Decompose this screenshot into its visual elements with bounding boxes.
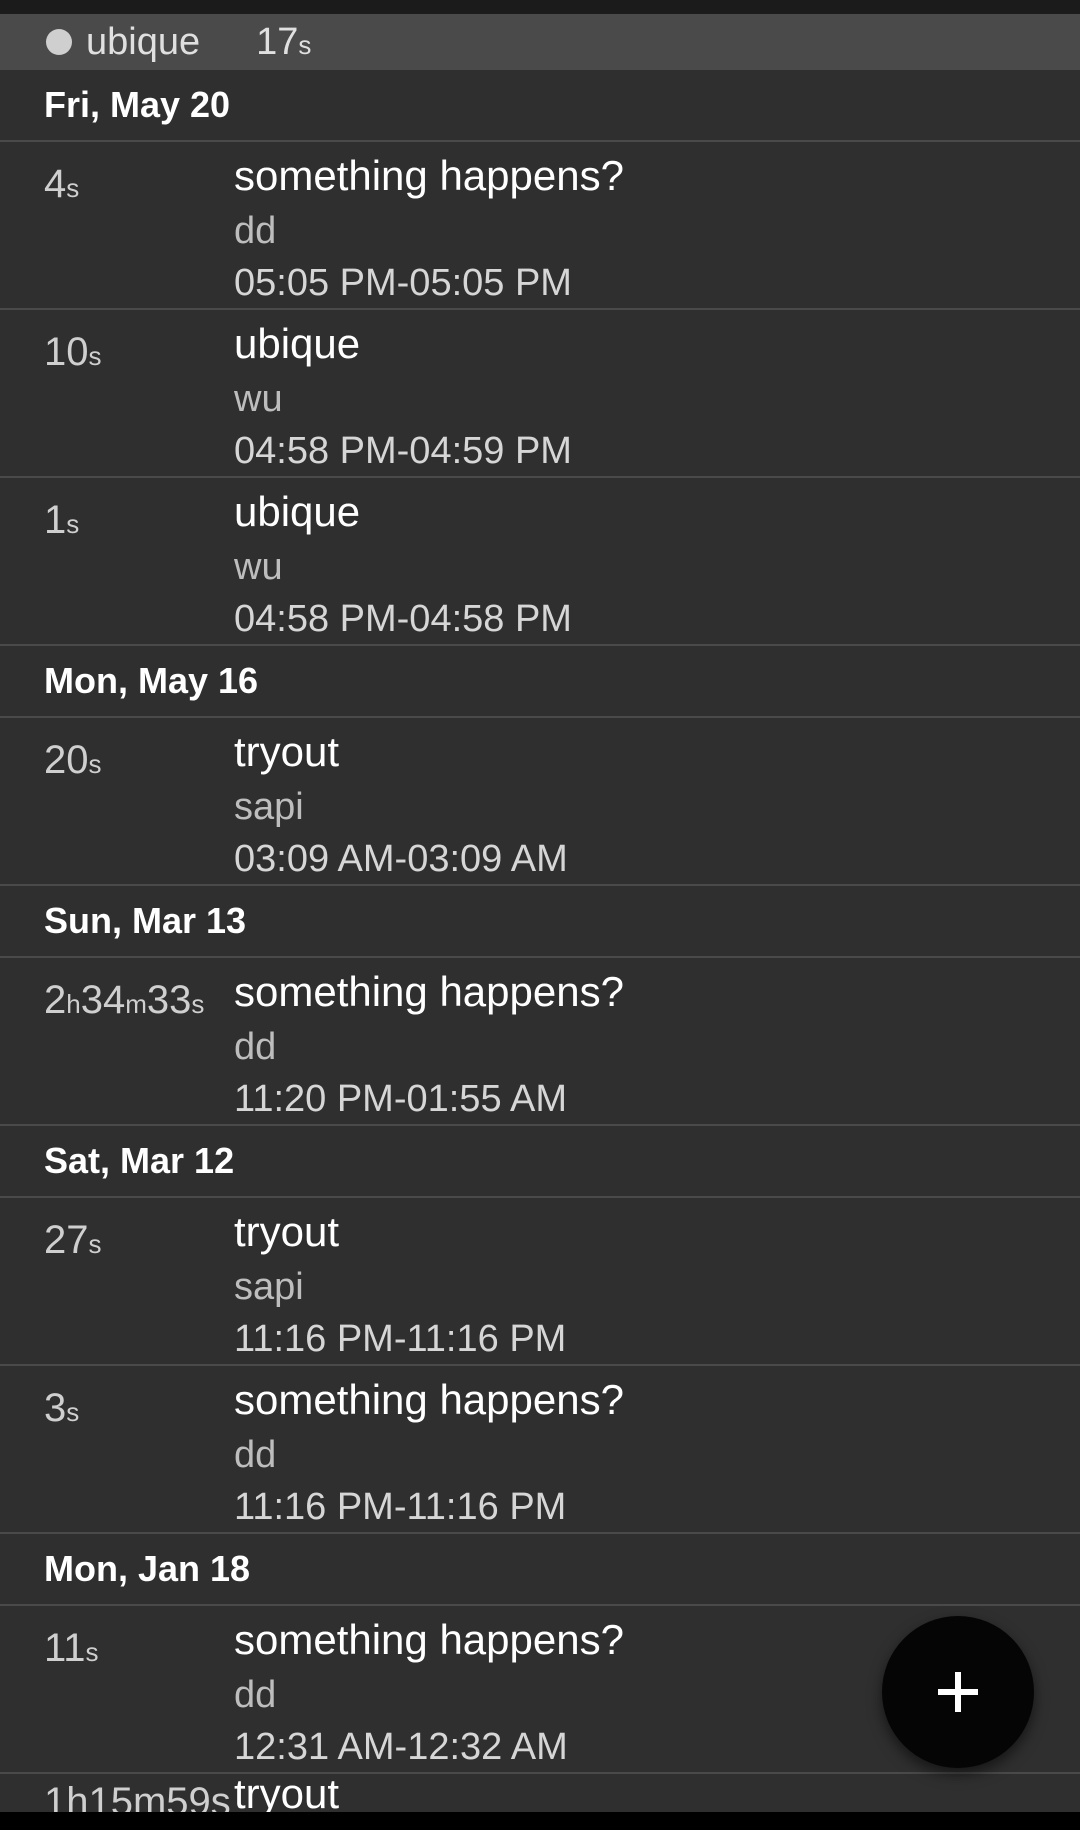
- list-item[interactable]: 3s something happens? dd 11:16 PM-11:16 PM: [0, 1366, 1080, 1534]
- entry-title: tryout: [234, 728, 340, 775]
- entry-subtitle: dd: [234, 1026, 277, 1068]
- list-item[interactable]: 2h34m33s something happens? dd 11:20 PM-01:…: [0, 958, 1080, 1126]
- entry-title: ubique: [234, 488, 361, 535]
- entry-title: something happens?: [234, 1616, 624, 1663]
- list-item[interactable]: 20s tryout sapi 03:09 AM-03:09 AM: [0, 718, 1080, 886]
- list-item[interactable]: 4s something happens? dd 05:05 PM-05:05 PM: [0, 142, 1080, 310]
- activity-dot-icon: [46, 29, 72, 55]
- entry-duration: 11s: [44, 1626, 99, 1670]
- entry-title: ubique: [234, 320, 361, 367]
- entry-time-range: 12:31 AM-12:32 AM: [234, 1726, 568, 1768]
- entry-time-range: 11:20 PM-01:55 AM: [234, 1078, 568, 1120]
- date-header: Mon, Jan 18: [0, 1534, 1080, 1606]
- date-header: Sun, Mar 13: [0, 886, 1080, 958]
- current-activity-duration: 17s: [256, 20, 312, 63]
- entry-title: tryout: [234, 1776, 340, 1816]
- entry-duration: 1s: [44, 498, 80, 542]
- list-item-partial[interactable]: 1h15m59s tryout: [0, 1776, 1080, 1816]
- list-item[interactable]: 10s ubique wu 04:58 PM-04:59 PM: [0, 310, 1080, 478]
- entry-subtitle: sapi: [234, 786, 304, 828]
- list-item[interactable]: 1s ubique wu 04:58 PM-04:58 PM: [0, 478, 1080, 646]
- entry-subtitle: sapi: [234, 1266, 304, 1308]
- list-item[interactable]: 27s tryout sapi 11:16 PM-11:16 PM: [0, 1198, 1080, 1366]
- entry-subtitle: wu: [234, 378, 283, 420]
- plus-icon: [938, 1672, 978, 1712]
- current-activity-name: ubique: [86, 20, 201, 63]
- date-header: Mon, May 16: [0, 646, 1080, 718]
- entry-title: something happens?: [234, 968, 624, 1015]
- activity-list[interactable]: Fri, May 20 4s something happens? dd 05:05 P…: [0, 70, 1080, 1774]
- entry-time-range: 04:58 PM-04:59 PM: [234, 430, 572, 472]
- entry-duration: 3s: [44, 1386, 80, 1430]
- entry-time-range: 03:09 AM-03:09 AM: [234, 838, 568, 880]
- entry-title: something happens?: [234, 1376, 624, 1423]
- entry-time-range: 11:16 PM-11:16 PM: [234, 1318, 567, 1360]
- navigation-bar: [0, 1812, 1080, 1830]
- entry-duration: 1h15m59s: [44, 1780, 231, 1816]
- date-header: Fri, May 20: [0, 70, 1080, 142]
- current-activity-header[interactable]: ubique 17s: [0, 14, 1080, 70]
- entry-subtitle: wu: [234, 546, 283, 588]
- entry-title: something happens?: [234, 152, 624, 199]
- entry-subtitle: dd: [234, 1434, 277, 1476]
- add-entry-button[interactable]: [882, 1616, 1034, 1768]
- entry-duration: 27s: [44, 1218, 102, 1262]
- entry-duration: 2h34m33s: [44, 978, 205, 1022]
- status-bar: [0, 0, 1080, 14]
- entry-time-range: 04:58 PM-04:58 PM: [234, 598, 572, 640]
- entry-time-range: 05:05 PM-05:05 PM: [234, 262, 572, 304]
- entry-duration: 4s: [44, 162, 80, 206]
- entry-duration: 10s: [44, 330, 102, 374]
- entry-title: tryout: [234, 1208, 340, 1255]
- entry-time-range: 11:16 PM-11:16 PM: [234, 1486, 567, 1528]
- entry-subtitle: dd: [234, 210, 277, 252]
- date-header: Sat, Mar 12: [0, 1126, 1080, 1198]
- entry-subtitle: dd: [234, 1674, 277, 1716]
- entry-duration: 20s: [44, 738, 102, 782]
